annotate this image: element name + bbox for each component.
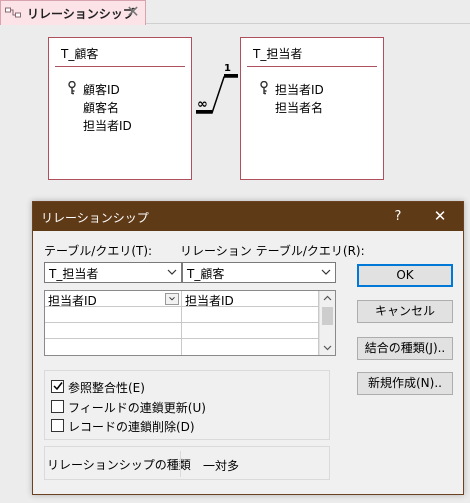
dialog-title: リレーションシップ — [41, 211, 149, 225]
relationship-dialog: リレーションシップ ? ✕ テーブル/クエリ(T): リレーション テーブル/ク… — [32, 201, 464, 495]
chevron-down-icon[interactable] — [165, 293, 179, 305]
grid-cell-right[interactable] — [182, 307, 319, 323]
relationship-type-value-box: 一対多 — [180, 451, 330, 477]
related-table-query-label: リレーション テーブル/クエリ(R): — [180, 244, 365, 258]
join-type-button[interactable]: 結合の種類(J).. — [357, 337, 453, 360]
ok-button[interactable]: OK — [357, 264, 453, 287]
chevron-down-icon — [321, 269, 331, 275]
grid-cell-right[interactable]: 担当者ID — [182, 291, 319, 308]
table-select-value: T_担当者 — [49, 267, 99, 281]
grid-cell-left[interactable]: 担当者ID — [45, 291, 182, 308]
integrity-options-group: 参照整合性(E) フィールドの連鎖更新(U) レコードの連鎖削除(D) — [44, 370, 330, 440]
relationship-line[interactable]: 1 ∞ — [0, 25, 470, 225]
create-new-button[interactable]: 新規作成(N).. — [357, 372, 453, 395]
table-select[interactable]: T_担当者 — [44, 262, 182, 283]
scrollbar-thumb[interactable] — [322, 307, 333, 325]
relationship-type-box: リレーションシップの種類 一対多 — [44, 446, 330, 480]
chevron-down-icon — [167, 269, 177, 275]
grid-scrollbar[interactable] — [319, 291, 335, 355]
checkbox[interactable] — [51, 419, 64, 432]
document-tab-bar: リレーションシップ ✕ — [0, 0, 470, 25]
checkmark-icon — [53, 382, 63, 391]
checkbox-label: レコードの連鎖削除(D) — [68, 420, 195, 434]
grid-cell-right[interactable] — [182, 323, 319, 339]
relationship-type-label: リレーションシップの種類 — [47, 458, 191, 472]
tab-relationships[interactable]: リレーションシップ ✕ — [0, 0, 146, 25]
cancel-button[interactable]: キャンセル — [357, 300, 453, 323]
relationships-icon — [5, 7, 21, 18]
related-table-select-value: T_顧客 — [187, 267, 225, 281]
close-icon[interactable]: ✕ — [125, 3, 141, 21]
checkbox[interactable] — [51, 400, 64, 413]
related-table-select[interactable]: T_顧客 — [182, 262, 336, 283]
chevron-up-icon[interactable] — [322, 294, 333, 303]
tab-label: リレーションシップ — [27, 7, 135, 21]
dialog-titlebar[interactable]: リレーションシップ ? ✕ — [33, 202, 463, 231]
relationship-type-value: 一対多 — [203, 459, 240, 473]
help-button[interactable]: ? — [383, 202, 413, 231]
relationship-many-label: ∞ — [197, 97, 208, 112]
grid-cell-right[interactable] — [182, 339, 319, 355]
checkbox-label: 参照整合性(E) — [68, 381, 145, 395]
grid-cell-left[interactable] — [45, 307, 182, 323]
checkbox[interactable] — [51, 380, 64, 393]
checkbox-label: フィールドの連鎖更新(U) — [68, 401, 206, 415]
relationship-one-label: 1 — [224, 63, 231, 74]
grid-cell-left[interactable] — [45, 323, 182, 339]
close-icon[interactable]: ✕ — [425, 202, 455, 231]
table-query-label: テーブル/クエリ(T): — [44, 244, 153, 258]
chevron-down-icon[interactable] — [322, 343, 333, 352]
field-mapping-grid: 担当者ID 担当者ID — [44, 290, 336, 356]
grid-cell-left[interactable] — [45, 339, 182, 355]
